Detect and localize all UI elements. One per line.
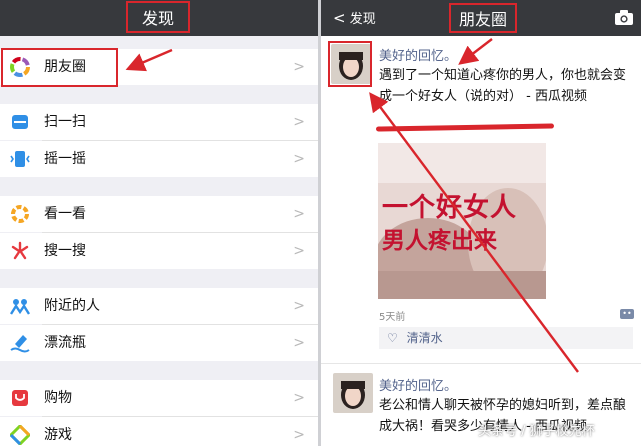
post-nickname[interactable]: 美好的回忆。 (379, 375, 457, 394)
thumbnail-caption-1: 一个好女人 (382, 193, 518, 223)
video-thumbnail[interactable]: 一个好女人 男人疼出来 (378, 143, 546, 299)
scan-icon (10, 112, 30, 132)
discover-header: 发现 (0, 0, 318, 36)
menu-item-top-stories[interactable]: 看一看 > (0, 196, 318, 232)
menu-item-label: 附近的人 (44, 298, 100, 314)
menu-item-label: 搜一搜 (44, 243, 86, 259)
chevron-right-icon: > (293, 206, 305, 222)
post-text: 遇到了一个知道心疼你的男人，你也就会变成一个好女人（说的对） - 西瓜视频 (379, 68, 627, 104)
heart-icon: ♡ (387, 331, 398, 345)
menu-item-shake[interactable]: 摇一摇 > (0, 141, 318, 177)
menu-item-search[interactable]: 搜一搜 > (0, 233, 318, 269)
shopping-icon (10, 388, 30, 408)
top-stories-icon (10, 204, 30, 224)
camera-icon[interactable] (615, 10, 633, 25)
post-nickname[interactable]: 美好的回忆。 (379, 45, 457, 64)
thumbnail-caption-2: 男人疼出来 (382, 228, 497, 254)
chevron-right-icon: > (293, 59, 305, 75)
like-name[interactable]: 清清水 (407, 331, 443, 345)
more-options-icon[interactable]: •• (620, 309, 634, 319)
avatar[interactable] (333, 373, 373, 413)
menu-item-label: 看一看 (44, 206, 86, 222)
menu-item-label: 游戏 (44, 427, 72, 443)
highlight-box (328, 41, 372, 87)
chevron-right-icon: > (293, 390, 305, 406)
menu-item-shopping[interactable]: 购物 > (0, 380, 318, 416)
games-icon (10, 425, 30, 445)
moments-title: 朋友圈 (449, 3, 517, 33)
menu-item-label: 摇一摇 (44, 151, 86, 167)
menu-item-scan[interactable]: 扫一扫 > (0, 104, 318, 140)
chevron-right-icon: > (293, 298, 305, 314)
menu-item-people-nearby[interactable]: 附近的人 > (0, 288, 318, 324)
back-button[interactable]: < 发现 (333, 0, 376, 36)
chevron-right-icon: > (293, 243, 305, 259)
moments-panel: < 发现 朋友圈 美好的回忆。 遇到了一个知道心疼你的男人，你也就会变成一个好女… (321, 0, 641, 446)
moments-header: < 发现 朋友圈 (321, 0, 641, 36)
redaction-scribble (375, 123, 555, 132)
discover-title: 发现 (126, 1, 190, 33)
watermark: 头条号 / 狮子校先杯 (478, 424, 595, 439)
chevron-right-icon: > (293, 151, 305, 167)
menu-item-label: 漂流瓶 (44, 335, 86, 351)
drift-bottle-icon (10, 333, 30, 353)
menu-item-games[interactable]: 游戏 > (0, 417, 318, 446)
back-label: 发现 (349, 12, 376, 27)
menu-item-drift-bottle[interactable]: 漂流瓶 > (0, 325, 318, 361)
chevron-left-icon: < (333, 9, 346, 27)
people-nearby-icon (10, 296, 30, 316)
post-time: 5天前 (379, 312, 406, 323)
menu-item-label: 购物 (44, 390, 72, 406)
highlight-box (1, 48, 118, 87)
chevron-right-icon: > (293, 427, 305, 443)
post-divider (321, 363, 641, 364)
shake-icon (10, 149, 30, 169)
discover-panel: 发现 朋友圈 > 扫一扫 > 摇一摇 > 看一看 > 搜一搜 > 附近的人 > … (0, 0, 318, 446)
chevron-right-icon: > (293, 335, 305, 351)
menu-item-label: 扫一扫 (44, 114, 86, 130)
search-icon (10, 241, 30, 261)
likes-bar: ♡ 清清水 (379, 327, 633, 349)
chevron-right-icon: > (293, 114, 305, 130)
